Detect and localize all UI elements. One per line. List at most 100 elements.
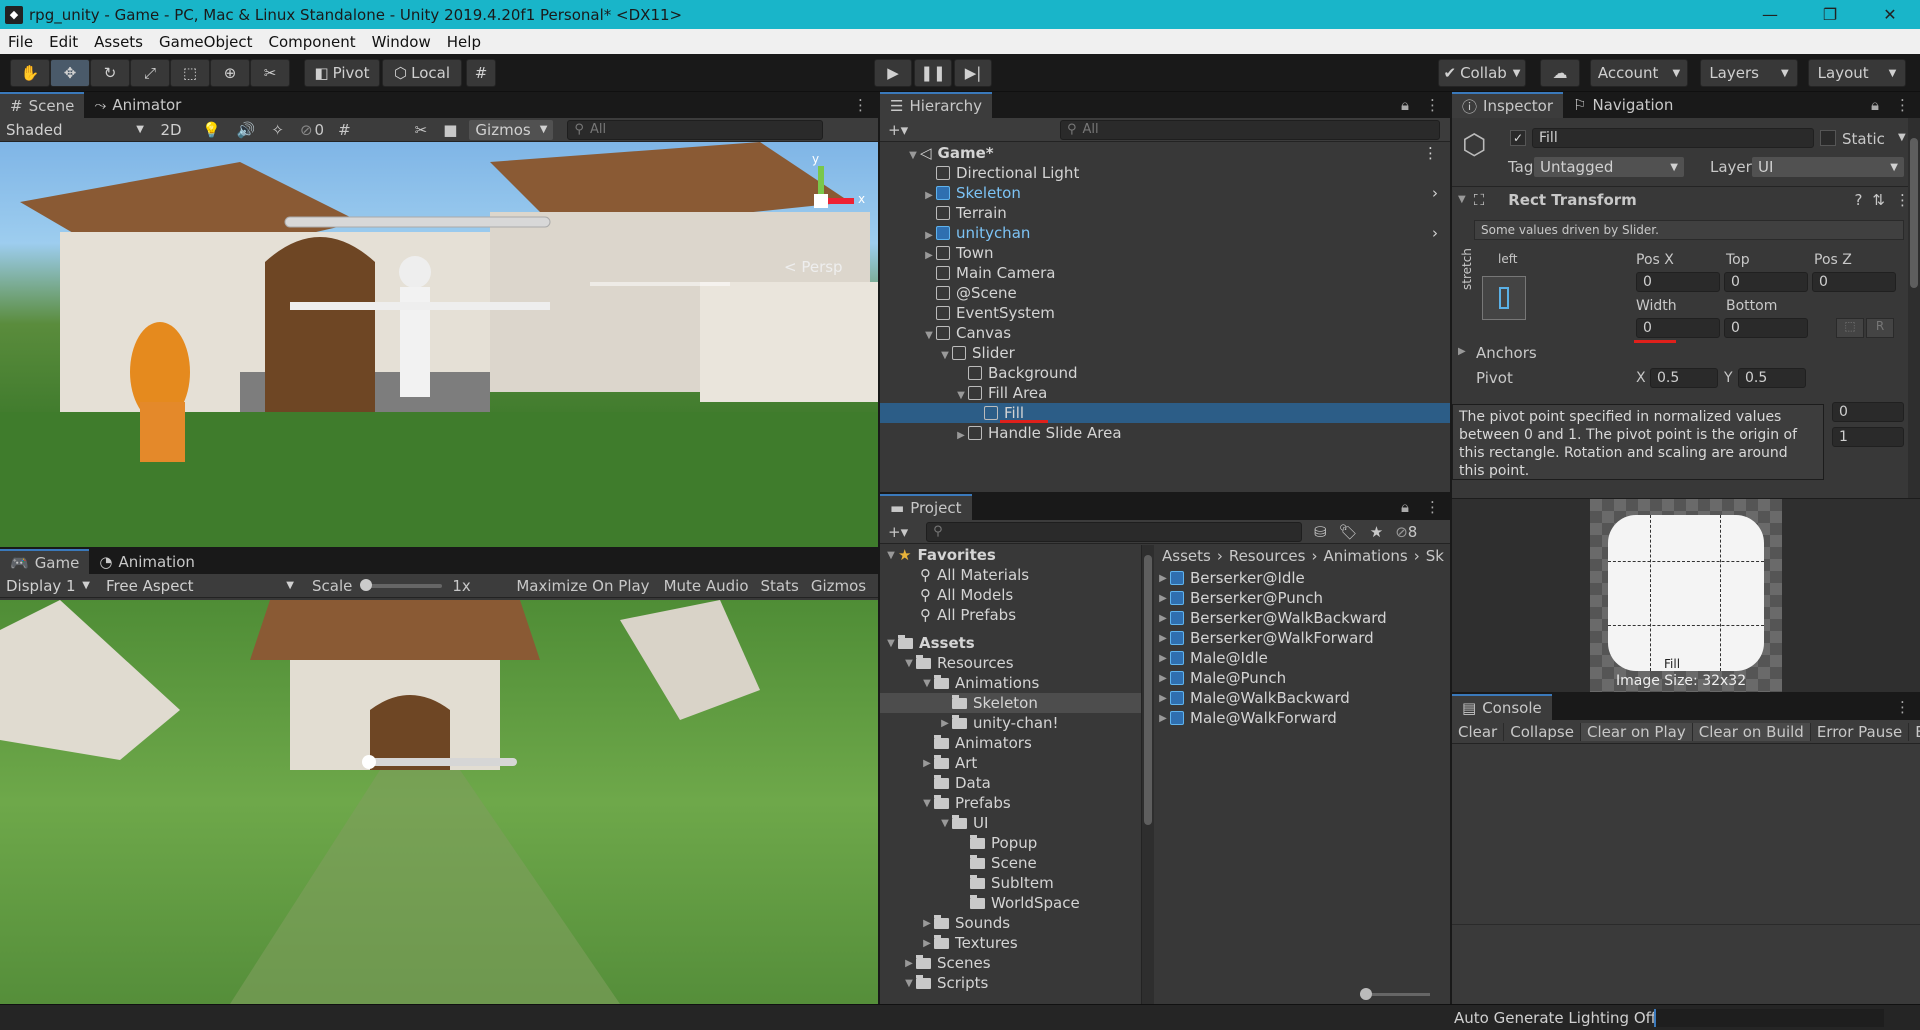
project-file-item[interactable]: ▶ Male@Idle <box>1156 648 1450 668</box>
step-button[interactable]: ▶| <box>954 59 992 87</box>
project-folder-row[interactable]: Data <box>880 773 1141 793</box>
rotate-tool-icon[interactable]: ↻ <box>90 59 130 87</box>
open-prefab-icon[interactable]: › <box>1432 184 1438 202</box>
hierarchy-row[interactable]: Background <box>880 363 1450 383</box>
raw-edit-button[interactable]: R <box>1866 318 1894 338</box>
chevron-down-icon[interactable]: ▼ <box>884 550 898 561</box>
object-name-field[interactable]: Fill <box>1532 128 1814 148</box>
tab-navigation[interactable]: ⚐ Navigation <box>1563 92 1683 118</box>
project-folder-row[interactable]: ▶ Sounds <box>880 913 1141 933</box>
console-error-pause-button[interactable]: Error Pause <box>1809 722 1908 741</box>
chevron-right-icon[interactable]: ▶ <box>920 758 934 769</box>
scene-menu-icon[interactable]: ⋮ <box>1423 144 1438 162</box>
game-gizmos-dropdown[interactable]: Gizmos <box>811 577 866 595</box>
chevron-right-icon[interactable]: ▶ <box>922 190 936 201</box>
scale-field[interactable]: 1 <box>1832 427 1904 447</box>
tab-hierarchy[interactable]: ☰ Hierarchy <box>880 92 992 118</box>
hierarchy-row[interactable]: Terrain <box>880 203 1450 223</box>
open-prefab-icon[interactable]: › <box>1432 224 1438 242</box>
local-toggle[interactable]: ⬡ Local <box>382 59 462 87</box>
console-clear-on-build-button[interactable]: Clear on Build <box>1691 722 1810 741</box>
project-folder-row[interactable]: ▼ Scripts <box>880 973 1141 993</box>
hierarchy-row[interactable]: ▼ Fill Area <box>880 383 1450 403</box>
chevron-down-icon[interactable]: ▼ <box>920 678 934 689</box>
bottom-field[interactable]: 0 <box>1724 318 1808 338</box>
transform-tool-icon[interactable]: ⊕ <box>210 59 250 87</box>
grid-snap-icon[interactable]: # <box>466 59 496 87</box>
chevron-right-icon[interactable]: ▶ <box>1458 346 1466 357</box>
console-editor-dropdown[interactable]: Ed <box>1908 722 1920 741</box>
project-file-item[interactable]: ▶ Berserker@Punch <box>1156 588 1450 608</box>
project-folder-row[interactable]: ▼ Animations <box>880 673 1141 693</box>
scale-tool-icon[interactable]: ⤢ <box>130 59 170 87</box>
project-folder-row[interactable]: ▼ UI <box>880 813 1141 833</box>
custom-tool-icon[interactable]: ✂ <box>250 59 290 87</box>
anchor-preset-button[interactable] <box>1482 276 1526 320</box>
chevron-down-icon[interactable]: ▼ <box>906 150 920 161</box>
project-folder-row[interactable]: Skeleton <box>880 693 1141 713</box>
favorites-header[interactable]: ▼ ★ Favorites <box>880 545 1141 565</box>
tab-scene[interactable]: # Scene <box>0 92 85 118</box>
game-viewport[interactable] <box>0 600 878 1004</box>
scene-gizmo[interactable]: y x <box>798 152 868 242</box>
chevron-down-icon[interactable]: ▼ <box>938 350 952 361</box>
collab-dropdown[interactable]: ✔ Collab ▼ <box>1438 59 1526 87</box>
chevron-down-icon[interactable]: ▼ <box>954 390 968 401</box>
persp-label[interactable]: < Persp <box>784 258 843 276</box>
width-field[interactable]: 0 <box>1636 318 1720 338</box>
posx-field[interactable]: 0 <box>1636 272 1720 292</box>
chevron-down-icon[interactable]: ▼ <box>1898 132 1906 143</box>
menu-file[interactable]: File <box>0 33 41 51</box>
cloud-icon[interactable]: ☁ <box>1540 59 1580 87</box>
hierarchy-row[interactable]: Main Camera <box>880 263 1450 283</box>
hand-tool-icon[interactable]: ✋ <box>10 59 50 87</box>
rotation-field[interactable]: 0 <box>1832 402 1904 422</box>
layout-dropdown[interactable]: Layout ▼ <box>1808 59 1906 87</box>
hierarchy-search-input[interactable]: ⚲ All <box>1060 119 1440 140</box>
hierarchy-row[interactable]: ▶ Town <box>880 243 1450 263</box>
chevron-right-icon[interactable]: ▶ <box>920 918 934 929</box>
project-folder-row[interactable]: ▶ Textures <box>880 933 1141 953</box>
project-folder-row[interactable]: SubItem <box>880 873 1141 893</box>
scale-slider[interactable] <box>360 578 443 591</box>
breadcrumb-resources[interactable]: Resources <box>1229 547 1306 565</box>
hidden-packages-icon[interactable]: ⊘ <box>1395 523 1408 541</box>
move-tool-icon[interactable]: ✥ <box>50 59 90 87</box>
scene-viewport[interactable]: y x < Persp <box>0 142 878 547</box>
hierarchy-row[interactable]: ▶ unitychan › <box>880 223 1450 243</box>
camera-icon[interactable]: ■ <box>443 121 457 139</box>
create-plus-icon[interactable]: +▾ <box>888 121 908 139</box>
display-dropdown[interactable]: Display 1 ▼ <box>0 576 96 596</box>
chevron-down-icon[interactable]: ▼ <box>920 798 934 809</box>
minimize-button[interactable]: — <box>1740 0 1800 29</box>
tab-console[interactable]: ▤ Console <box>1452 694 1552 720</box>
chevron-right-icon[interactable]: ▶ <box>922 230 936 241</box>
help-icon[interactable]: ? <box>1854 191 1862 209</box>
blueprint-mode-button[interactable]: ⬚ <box>1836 318 1864 338</box>
project-folder-row[interactable]: ▶ Art <box>880 753 1141 773</box>
account-dropdown[interactable]: Account ▼ <box>1590 59 1688 87</box>
posz-field[interactable]: 0 <box>1812 272 1896 292</box>
favorites-item[interactable]: ⚲ All Models <box>880 585 1141 605</box>
hierarchy-row[interactable]: ▼ ◁ Game* ⋮ <box>880 143 1450 163</box>
audio-toggle-icon[interactable]: 🔊 <box>237 121 256 139</box>
hierarchy-row[interactable]: Fill <box>880 403 1450 423</box>
chevron-right-icon[interactable]: ▶ <box>954 430 968 441</box>
project-folder-row[interactable]: Animators <box>880 733 1141 753</box>
project-file-item[interactable]: ▶ Berserker@Idle <box>1156 568 1450 588</box>
tab-project[interactable]: ▬ Project <box>880 494 972 520</box>
project-search-input[interactable]: ⚲ <box>926 521 1303 542</box>
hierarchy-row[interactable]: ▼ Slider <box>880 343 1450 363</box>
scene-search-input[interactable]: ⚲ All <box>567 119 824 140</box>
project-file-item[interactable]: ▶ Berserker@WalkBackward <box>1156 608 1450 628</box>
chevron-right-icon[interactable]: ▶ <box>1156 693 1170 704</box>
chevron-right-icon[interactable]: ▶ <box>1156 613 1170 624</box>
hierarchy-row[interactable]: ▶ Skeleton › <box>880 183 1450 203</box>
chevron-down-icon[interactable]: ▼ <box>884 638 898 649</box>
panel-menu-icon[interactable]: ⋮ <box>1885 96 1920 118</box>
chevron-right-icon[interactable]: ▶ <box>1156 633 1170 644</box>
project-file-item[interactable]: ▶ Berserker@WalkForward <box>1156 628 1450 648</box>
aspect-dropdown[interactable]: Free Aspect ▼ <box>100 576 300 596</box>
create-plus-icon[interactable]: +▾ <box>888 523 908 541</box>
tab-inspector[interactable]: ⓘ Inspector <box>1452 92 1563 118</box>
